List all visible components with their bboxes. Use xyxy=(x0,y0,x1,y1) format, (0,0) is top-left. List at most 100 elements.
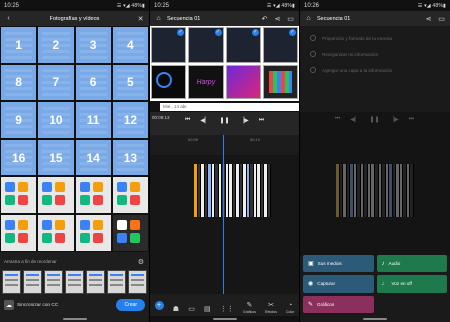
media-grid-item[interactable]: 10 xyxy=(37,101,75,139)
selection-order-number: 4 xyxy=(127,37,134,52)
media-grid-item[interactable]: 3 xyxy=(74,26,112,64)
media-grid-item[interactable] xyxy=(111,176,149,214)
dimmed-option: Reorganizar mi información xyxy=(300,46,450,62)
dimmed-timeline: ⏮ ◀▏ ❚❚ ▕▶ ⏭ xyxy=(300,112,450,256)
selection-order-number: 12 xyxy=(123,112,138,127)
step-back-icon[interactable]: ◀▏ xyxy=(200,117,209,124)
share-icon[interactable]: ⋖ xyxy=(273,15,282,23)
create-button[interactable]: Crear xyxy=(116,299,145,311)
playhead[interactable] xyxy=(223,135,224,295)
media-grid-item[interactable]: 11 xyxy=(74,101,112,139)
selected-thumbnail[interactable] xyxy=(44,270,63,294)
capture-button[interactable]: ◉ Capturar xyxy=(303,275,374,293)
selected-thumbnail[interactable] xyxy=(65,270,84,294)
tool-label: Color xyxy=(286,310,295,314)
video-track[interactable] xyxy=(194,164,271,217)
sequence-title: Secuencia 01 xyxy=(317,15,351,22)
voiceover-button[interactable]: ♩ Voz en off xyxy=(376,275,447,293)
timeline[interactable]: 00:09 00:19 xyxy=(150,135,299,295)
media-thumbnail[interactable]: Harpy xyxy=(188,65,224,99)
media-grid-item[interactable]: 15 xyxy=(37,138,75,177)
graphics-button[interactable]: ✎ Gráficos xyxy=(303,295,374,313)
selected-thumbnail[interactable] xyxy=(2,270,21,294)
pause-icon[interactable]: ❚❚ xyxy=(219,117,229,124)
skip-start-icon: ⏮ xyxy=(334,116,341,122)
clip-thumbnail[interactable] xyxy=(267,164,271,217)
skip-end-icon: ⏭ xyxy=(408,116,415,122)
toolbar-tool[interactable]: ⋮⋮ xyxy=(220,305,234,314)
gesture-bar xyxy=(300,316,450,322)
date-label: Mié., 14 abr. xyxy=(160,103,299,111)
toolbar-tool[interactable]: ▭ xyxy=(188,305,195,314)
media-grid-item[interactable]: 16 xyxy=(0,138,38,177)
reorder-hint: Arrastra a fin de reordenar xyxy=(4,259,57,264)
selected-thumbnail[interactable] xyxy=(107,270,126,294)
back-icon[interactable]: ‹ xyxy=(4,15,13,22)
selected-thumbnail[interactable] xyxy=(23,270,42,294)
your-media-button[interactable]: ▣ Sus medios xyxy=(303,255,374,273)
toolbar-tool[interactable]: ✎ Gráficos xyxy=(243,301,256,314)
selected-thumbnail[interactable] xyxy=(86,270,105,294)
tool-icon: ⋮⋮ xyxy=(219,306,234,313)
media-thumbnail[interactable] xyxy=(188,27,224,63)
media-thumbnail[interactable] xyxy=(151,27,187,63)
home-icon[interactable]: ⌂ xyxy=(304,15,313,22)
media-grid-item[interactable]: 1 xyxy=(0,26,38,64)
media-grid-item[interactable]: 12 xyxy=(111,101,149,139)
media-grid-item[interactable]: 2 xyxy=(37,26,75,64)
camera-icon: ◉ xyxy=(308,281,314,288)
comment-icon[interactable]: ▭ xyxy=(437,15,446,23)
skip-start-icon[interactable]: ⏮ xyxy=(185,117,190,124)
media-grid-item[interactable]: 13 xyxy=(111,138,149,177)
media-grid-item[interactable] xyxy=(0,213,38,252)
media-thumbnail[interactable] xyxy=(262,27,298,63)
media-grid-item[interactable]: 5 xyxy=(111,63,149,102)
step-forward-icon[interactable]: ▕▶ xyxy=(240,117,249,124)
media-grid-item[interactable] xyxy=(0,176,38,214)
toolbar-tool[interactable]: ▤ xyxy=(204,305,211,314)
media-grid-item[interactable]: 4 xyxy=(111,26,149,64)
add-media-menu: ▣ Sus medios ♪ Audio ◉ Capturar ♩ Voz en off… xyxy=(303,255,447,313)
comment-icon[interactable]: ▭ xyxy=(286,15,295,23)
gear-icon[interactable]: ⚙ xyxy=(138,258,144,266)
picker-header: ‹ Fotografías y vídeos ✕ xyxy=(0,11,149,26)
undo-icon[interactable]: ↶ xyxy=(260,15,269,23)
dimmed-option: Proporción y formato de la escena xyxy=(300,30,450,46)
media-grid-item[interactable] xyxy=(37,176,75,214)
media-grid-item[interactable] xyxy=(111,213,149,252)
add-button[interactable]: + xyxy=(154,301,164,310)
toolbar-tool[interactable]: ✂ Efectos xyxy=(265,301,277,314)
step-forward-icon: ▕▶ xyxy=(389,117,399,123)
skip-end-icon[interactable]: ⏭ xyxy=(259,117,264,124)
selection-order-number: 2 xyxy=(52,37,60,52)
media-grid-item[interactable]: 14 xyxy=(74,138,112,177)
media-thumbnail[interactable] xyxy=(262,65,298,99)
media-thumbnail[interactable] xyxy=(225,65,261,99)
media-thumbnail[interactable] xyxy=(225,27,261,63)
media-grid-item[interactable] xyxy=(74,213,112,252)
media-grid-item[interactable]: 6 xyxy=(74,63,112,102)
selection-order-number: 15 xyxy=(49,150,63,165)
audio-button[interactable]: ♪ Audio xyxy=(376,255,447,273)
media-thumbnail[interactable] xyxy=(151,65,187,99)
media-grid-item[interactable]: 9 xyxy=(0,101,38,139)
media-grid-item[interactable]: 7 xyxy=(37,63,75,102)
media-grid-item[interactable] xyxy=(74,176,112,214)
selected-thumbnail[interactable] xyxy=(128,270,147,294)
playback-controls: 00:08:13 ⏮ ◀▏ ❚❚ ▕▶ ⏭ xyxy=(150,112,299,135)
home-icon[interactable]: ⌂ xyxy=(154,15,163,22)
editor-screen: 10:25 ☰ ▾◢ 48%▮ ⌂ Secuencia 01 ↶ ⋖ ▭ Har… xyxy=(150,0,299,322)
toolbar-tool[interactable]: ☗ xyxy=(173,305,179,314)
close-icon[interactable]: ✕ xyxy=(136,15,145,23)
selection-order-number: 16 xyxy=(11,150,26,165)
sequence-title: Secuencia 01 xyxy=(167,15,201,22)
toolbar-tool[interactable]: ◔ Color xyxy=(286,302,294,314)
transport-buttons: ⏮ ◀▏ ❚❚ ▕▶ ⏭ xyxy=(150,117,299,124)
clip-thumbnail xyxy=(410,164,415,217)
media-grid-item[interactable] xyxy=(37,213,75,252)
share-icon[interactable]: ⋖ xyxy=(424,15,433,23)
editor-header: ⌂ Secuencia 01 ↶ ⋖ ▭ xyxy=(150,11,299,26)
media-grid-item[interactable]: 8 xyxy=(0,63,38,102)
sync-label[interactable]: Sincronizar con CC xyxy=(17,303,113,308)
video-track xyxy=(336,164,415,217)
